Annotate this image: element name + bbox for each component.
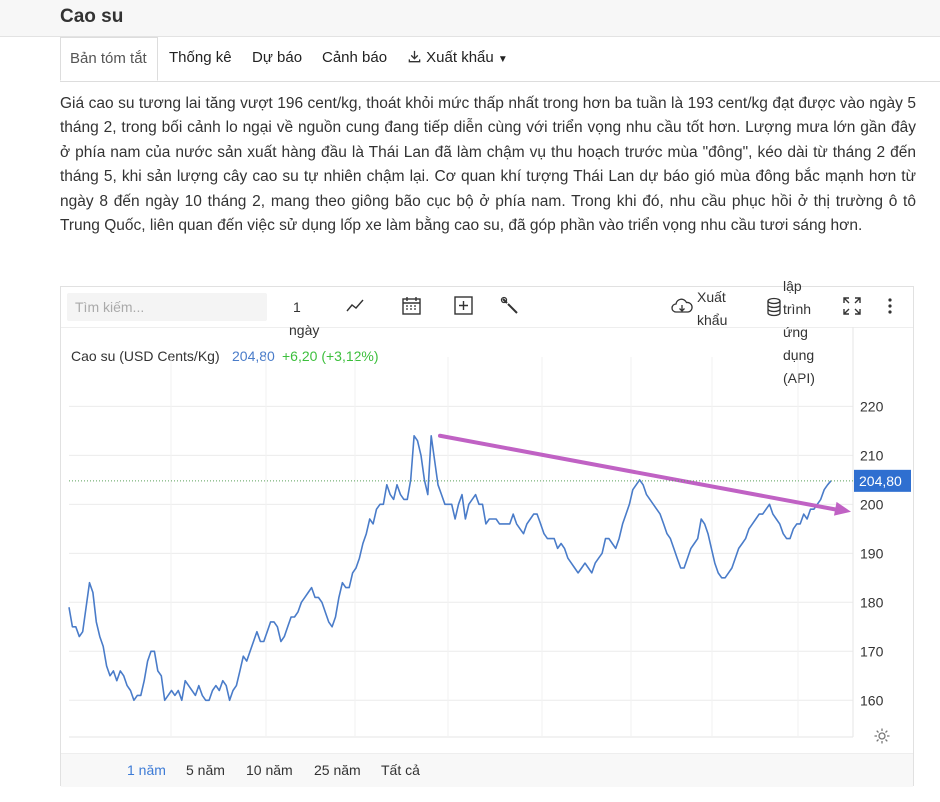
y-tick-label: 180 bbox=[860, 594, 884, 610]
tab-statistics[interactable]: Thống kê bbox=[160, 37, 241, 81]
page-title: Cao su bbox=[60, 6, 124, 27]
y-tick-label: 170 bbox=[860, 643, 884, 659]
y-tick-label: 190 bbox=[860, 545, 884, 561]
symbol-search-input[interactable] bbox=[67, 293, 267, 321]
range-all[interactable]: Tất cả bbox=[381, 762, 420, 778]
export-button[interactable]: Xuất khẩu bbox=[697, 286, 727, 332]
y-tick-label: 220 bbox=[860, 398, 884, 414]
price-chart[interactable]: Cao su (USD Cents/Kg) 204,80 +6,20 (+3,1… bbox=[61, 327, 913, 753]
range-25y[interactable]: 25 năm bbox=[314, 762, 361, 778]
api-label-line2: trình bbox=[783, 301, 812, 317]
range-5y[interactable]: 5 năm bbox=[186, 762, 225, 778]
chart-toolbar: 1 ngày Xuất khẩu lập trình ứng dụng bbox=[61, 278, 913, 386]
chart-settings-icon[interactable] bbox=[873, 727, 891, 750]
export-label-line1: Xuất bbox=[697, 289, 726, 305]
caret-down-icon: ▼ bbox=[497, 54, 508, 65]
cloud-download-icon[interactable] bbox=[671, 296, 695, 320]
tab-alerts[interactable]: Cảnh báo bbox=[313, 37, 396, 81]
api-label-line1: lập bbox=[783, 278, 802, 294]
fullscreen-icon[interactable] bbox=[841, 295, 865, 319]
y-tick-label: 200 bbox=[860, 496, 884, 512]
summary-text: Giá cao su tương lai tăng vượt 196 cent/… bbox=[60, 95, 916, 235]
tab-summary[interactable]: Bản tóm tắt bbox=[60, 37, 158, 81]
price-line bbox=[68, 435, 832, 702]
interval-value: 1 bbox=[293, 299, 301, 315]
last-price-label: 204,80 bbox=[859, 473, 902, 489]
range-selector: 1 năm 5 năm 10 năm 25 năm Tất cả bbox=[61, 753, 913, 787]
more-options-icon[interactable] bbox=[879, 295, 903, 319]
y-tick-label: 210 bbox=[860, 447, 884, 463]
wrench-icon[interactable] bbox=[499, 295, 523, 319]
header-bar: Cao su bbox=[0, 0, 940, 37]
quote-change: +6,20 (+3,12%) bbox=[282, 348, 379, 364]
calendar-icon[interactable] bbox=[401, 295, 425, 319]
tab-export-label: Xuất khẩu bbox=[426, 49, 494, 66]
range-1y[interactable]: 1 năm bbox=[127, 762, 166, 778]
trend-arrow-line bbox=[438, 433, 843, 513]
tab-bar: Bản tóm tắt Thống kê Dự báo Cảnh báo Xuấ… bbox=[60, 37, 940, 82]
tab-export[interactable]: Xuất khẩu ▼ bbox=[398, 37, 517, 81]
chart-type-icon[interactable] bbox=[345, 295, 369, 319]
download-icon bbox=[407, 39, 422, 81]
chart-widget: 1 ngày Xuất khẩu lập trình ứng dụng bbox=[60, 278, 914, 787]
range-10y[interactable]: 10 năm bbox=[246, 762, 293, 778]
quote-name: Cao su (USD Cents/Kg) bbox=[71, 348, 220, 364]
y-tick-label: 160 bbox=[860, 692, 884, 708]
add-indicator-icon[interactable] bbox=[453, 295, 477, 319]
quote-price: 204,80 bbox=[232, 348, 275, 364]
tab-forecast[interactable]: Dự báo bbox=[243, 37, 311, 81]
